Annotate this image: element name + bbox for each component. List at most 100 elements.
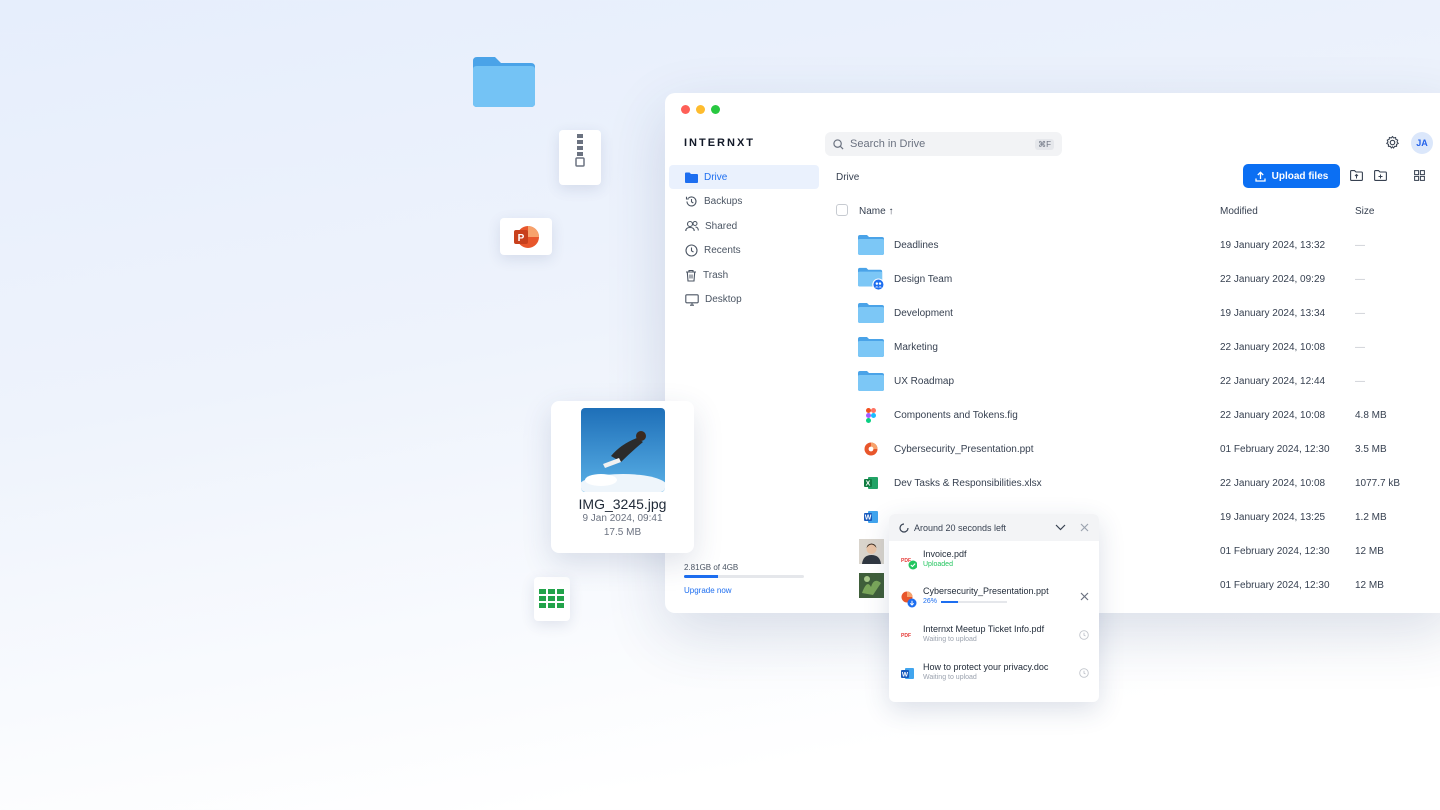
upload-files-button[interactable]: Upload files	[1243, 164, 1340, 188]
sidebar-item-label: Drive	[704, 171, 728, 183]
powerpoint-icon	[858, 436, 884, 462]
file-size: 3.5 MB	[1355, 444, 1387, 455]
spreadsheet-icon	[539, 589, 564, 608]
image-file-name: IMG_3245.jpg	[578, 496, 667, 512]
clock-icon	[1079, 668, 1089, 678]
upload-panel-header: Around 20 seconds left	[889, 514, 1099, 541]
chevron-down-icon[interactable]	[1055, 524, 1066, 531]
image-file-date: 9 Jan 2024, 09:41	[582, 513, 663, 524]
file-size: 1.2 MB	[1355, 512, 1387, 523]
folder-icon	[685, 172, 698, 183]
excel-icon: X	[858, 470, 884, 496]
table-row[interactable]: X Dev Tasks & Responsibilities.xlsx 22 J…	[836, 470, 1440, 504]
table-row[interactable]: Deadlines 19 January 2024, 13:32 —	[836, 232, 1440, 266]
file-size: 4.8 MB	[1355, 410, 1387, 421]
spreadsheet-file-card	[534, 577, 570, 621]
file-size: —	[1355, 240, 1365, 251]
folder-icon	[473, 57, 535, 107]
sidebar-item-label: Trash	[703, 269, 729, 281]
file-size: —	[1355, 376, 1365, 387]
table-row[interactable]: Cybersecurity_Presentation.ppt 01 Februa…	[836, 436, 1440, 470]
column-header-modified[interactable]: Modified	[1220, 206, 1258, 217]
sidebar-item-backups[interactable]: Backups	[669, 190, 819, 214]
svg-text:W: W	[865, 515, 872, 522]
storage-usage-bar	[684, 575, 804, 578]
file-modified: 19 January 2024, 13:32	[1220, 240, 1326, 251]
sidebar-item-recents[interactable]: Recents	[669, 239, 819, 263]
zip-icon	[575, 134, 585, 167]
upload-files-label: Upload files	[1271, 170, 1329, 182]
grid-view-icon[interactable]	[1414, 170, 1425, 181]
cancel-upload-icon[interactable]	[1080, 592, 1089, 601]
sidebar-item-shared[interactable]: Shared	[669, 214, 819, 238]
upload-item-status: Waiting to upload	[923, 636, 977, 643]
sidebar-item-label: Shared	[705, 220, 738, 232]
close-window-button[interactable]	[681, 105, 690, 114]
close-icon[interactable]	[1080, 523, 1089, 532]
upload-item-name: How to protect your privacy.doc	[923, 662, 1049, 672]
table-row[interactable]: Development 19 January 2024, 13:34 —	[836, 300, 1440, 334]
file-modified: 19 January 2024, 13:34	[1220, 308, 1326, 319]
sidebar-item-drive[interactable]: Drive	[669, 165, 819, 189]
search-icon	[833, 138, 844, 150]
search-input[interactable]: Search in Drive ⌘F	[825, 132, 1062, 156]
table-row[interactable]: Design Team 22 January 2024, 09:29 —	[836, 266, 1440, 300]
folder-icon	[858, 232, 884, 258]
upload-item-status: Waiting to upload	[923, 674, 977, 681]
file-size: 1077.7 kB	[1355, 478, 1401, 489]
upload-progress-bar	[941, 601, 1007, 603]
file-modified: 01 February 2024, 12:30	[1220, 580, 1330, 591]
storage-usage: 2.81GB of 4GB Upgrade now	[684, 563, 804, 595]
upload-item-status: 26%	[923, 598, 938, 605]
sidebar-item-desktop[interactable]: Desktop	[669, 288, 819, 312]
file-size: —	[1355, 274, 1365, 285]
image-file-size: 17.5 MB	[603, 527, 642, 538]
upload-item-name: Cybersecurity_Presentation.ppt	[923, 586, 1049, 596]
upload-progress-panel: Around 20 seconds left PDF Invoice.pdf U…	[889, 514, 1099, 702]
users-icon	[685, 220, 699, 232]
zip-file-card	[559, 130, 601, 185]
avatar[interactable]: JA	[1411, 132, 1433, 154]
file-modified: 01 February 2024, 12:30	[1220, 546, 1330, 557]
breadcrumb[interactable]: Drive	[836, 172, 859, 183]
table-row[interactable]: UX Roadmap 22 January 2024, 12:44 —	[836, 368, 1440, 402]
new-folder-icon[interactable]	[1374, 170, 1387, 181]
gear-icon[interactable]	[1385, 135, 1400, 150]
file-name: UX Roadmap	[894, 376, 955, 387]
maximize-window-button[interactable]	[711, 105, 720, 114]
file-modified: 22 January 2024, 10:08	[1220, 478, 1326, 489]
word-icon: W	[858, 504, 884, 530]
clock-icon	[685, 244, 698, 257]
upload-item-name: Invoice.pdf	[923, 549, 967, 559]
column-header-name[interactable]: Name ↑	[859, 206, 893, 217]
file-name: Marketing	[894, 342, 938, 353]
powerpoint-file-card: P	[500, 218, 552, 255]
sidebar-item-label: Backups	[704, 196, 743, 207]
file-name: Dev Tasks & Responsibilities.xlsx	[894, 478, 1042, 489]
upload-item: PDF Invoice.pdf Uploaded	[889, 545, 1099, 581]
ppt-uploading-icon	[901, 591, 917, 608]
column-header-size[interactable]: Size	[1355, 206, 1374, 217]
pdf-uploaded-icon: PDF	[901, 558, 917, 570]
search-shortcut: ⌘F	[1035, 138, 1054, 150]
storage-usage-fill	[684, 575, 718, 578]
table-row[interactable]: Marketing 22 January 2024, 10:08 —	[836, 334, 1440, 368]
app-logo: INTERNXT	[684, 137, 755, 149]
file-modified: 22 January 2024, 09:29	[1220, 274, 1326, 285]
upload-folder-icon[interactable]	[1350, 170, 1363, 181]
upload-item: W How to protect your privacy.doc Waitin…	[889, 658, 1099, 694]
shared-folder-icon	[858, 266, 884, 292]
history-icon	[685, 196, 697, 207]
upload-icon	[1255, 170, 1266, 182]
image-thumbnail-icon	[858, 572, 884, 598]
svg-text:P: P	[518, 233, 525, 244]
search-placeholder: Search in Drive	[850, 138, 926, 150]
file-name: Development	[894, 308, 953, 319]
upload-item-status: Uploaded	[923, 561, 953, 568]
file-modified: 22 January 2024, 10:08	[1220, 342, 1326, 353]
table-row[interactable]: Components and Tokens.fig 22 January 202…	[836, 402, 1440, 436]
select-all-checkbox[interactable]	[836, 204, 848, 216]
minimize-window-button[interactable]	[696, 105, 705, 114]
sidebar-item-trash[interactable]: Trash	[669, 263, 819, 287]
upgrade-link[interactable]: Upgrade now	[684, 586, 804, 595]
